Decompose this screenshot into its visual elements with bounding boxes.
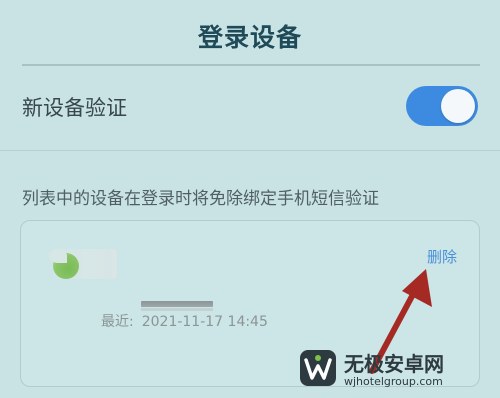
device-name-redacted: [141, 301, 213, 311]
last-login-label: 最近:: [101, 314, 134, 330]
new-device-verification-toggle[interactable]: [406, 86, 478, 126]
header-divider: [22, 64, 480, 66]
section-divider: [0, 150, 500, 151]
watermark-name: 无极安卓网: [344, 352, 444, 376]
toggle-knob: [441, 89, 475, 123]
setting-label: 新设备验证: [22, 96, 127, 120]
watermark-url: wjhotelgroup.com: [344, 375, 443, 388]
last-login-time: 2021-11-17 14:45: [141, 314, 268, 330]
watermark-logo-icon: [300, 350, 336, 386]
device-icon-mask: [49, 249, 67, 263]
setting-row-new-device-verification: 新设备验证: [22, 84, 480, 130]
device-icon: [45, 249, 117, 279]
delete-button[interactable]: 删除: [427, 246, 457, 267]
description-text: 列表中的设备在登录时将免除绑定手机短信验证: [22, 189, 379, 209]
last-login-info: 最近: 2021-11-17 14:45: [101, 311, 268, 331]
page-title: 登录设备: [197, 23, 302, 52]
watermark: 无极安卓网 wjhotelgroup.com: [296, 346, 500, 398]
